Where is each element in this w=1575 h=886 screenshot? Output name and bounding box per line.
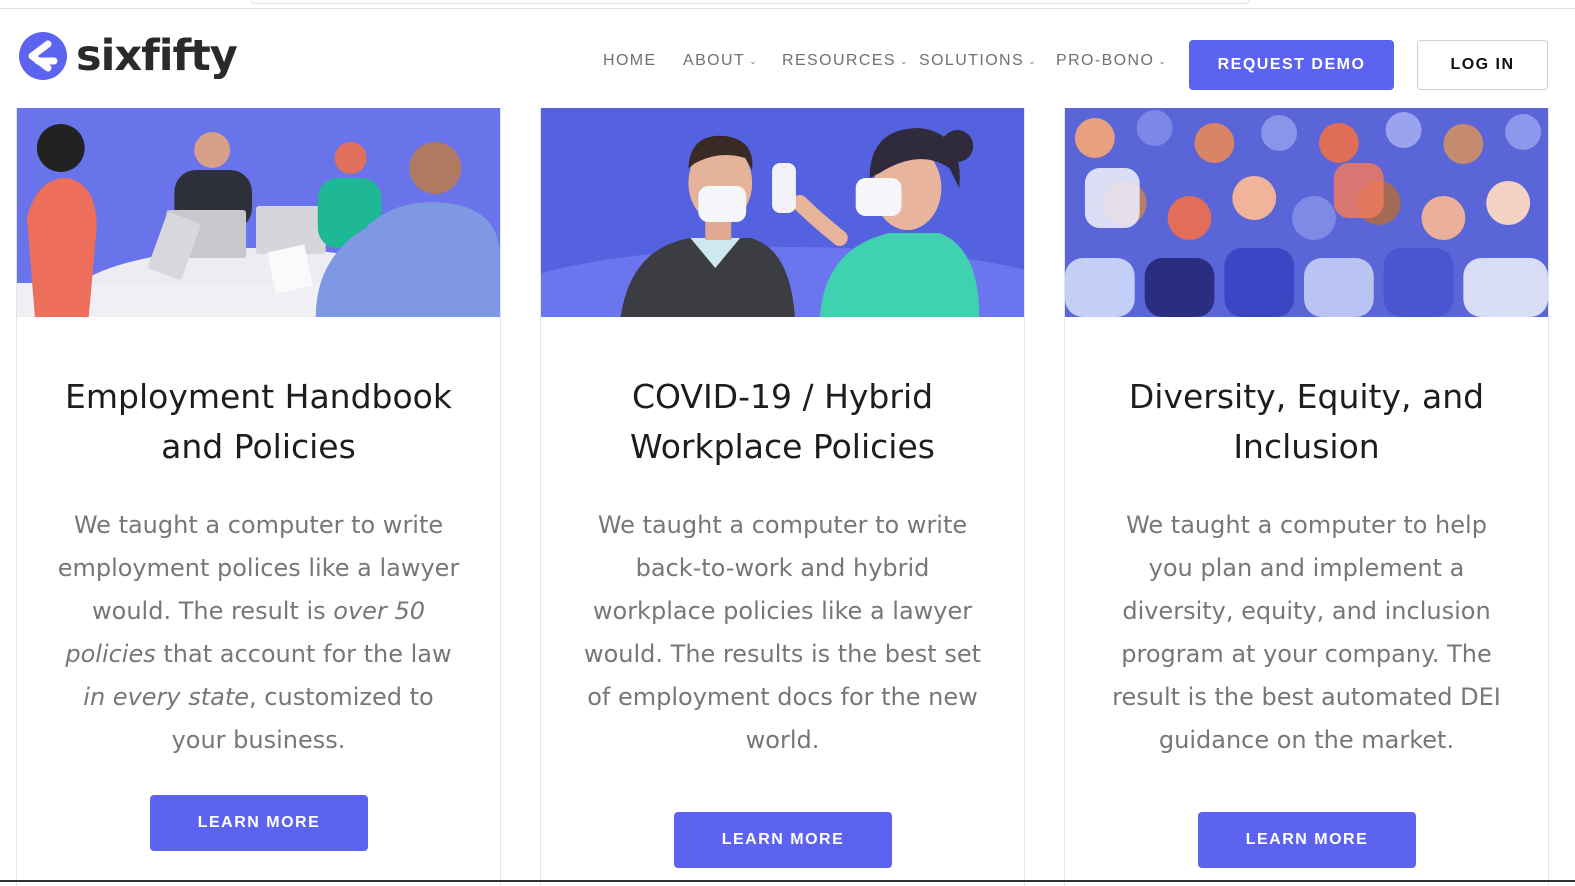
logo-wordmark: sixfifty	[76, 30, 238, 81]
nav-resources[interactable]: RESOURCES ⌄	[782, 52, 919, 70]
sixfifty-logo-icon	[19, 32, 67, 80]
nav-solutions-label: SOLUTIONS	[919, 52, 1025, 69]
card-covid-hybrid: COVID-19 / Hybrid Workplace Policies We …	[540, 108, 1025, 886]
nav-home[interactable]: HOME	[603, 52, 683, 70]
learn-more-button[interactable]: LEARN MORE	[674, 812, 892, 868]
request-demo-button[interactable]: REQUEST DEMO	[1189, 40, 1394, 90]
nav-home-label: HOME	[603, 52, 657, 69]
card-description-text: We taught a computer to help you plan an…	[1112, 511, 1501, 754]
nav-about-label: ABOUT	[683, 52, 746, 69]
card-description-text: We taught a computer to write back-to-wo…	[583, 511, 982, 754]
nav-solutions[interactable]: SOLUTIONS ⌄	[919, 52, 1056, 70]
temperature-check-illustration	[541, 108, 1024, 317]
card-description: We taught a computer to help you plan an…	[1065, 504, 1548, 762]
card-diversity-equity-inclusion: Diversity, Equity, and Inclusion We taug…	[1064, 108, 1549, 886]
chevron-down-icon: ⌄	[1158, 55, 1168, 66]
chevron-down-icon: ⌄	[1028, 55, 1038, 66]
nav-about[interactable]: ABOUT ⌄	[683, 52, 782, 70]
nav-pro-bono[interactable]: PRO-BONO ⌄	[1056, 52, 1176, 70]
site-header: sixfifty HOME ABOUT ⌄ RESOURCES ⌄ SOLUTION…	[0, 9, 1575, 107]
card-description-emphasis: in every state	[83, 683, 250, 711]
card-description: We taught a computer to write back-to-wo…	[541, 504, 1024, 762]
chevron-down-icon: ⌄	[899, 55, 909, 66]
card-description-text: that account for the law	[155, 640, 452, 668]
browser-top-edge	[0, 0, 1575, 9]
card-employment-handbook: Employment Handbook and Policies We taug…	[16, 108, 501, 886]
team-meeting-illustration	[17, 108, 500, 317]
diverse-crowd-illustration	[1065, 108, 1548, 317]
learn-more-button[interactable]: LEARN MORE	[1198, 812, 1416, 868]
bottom-edge	[0, 880, 1575, 882]
login-button[interactable]: LOG IN	[1417, 40, 1548, 90]
chevron-down-icon: ⌄	[749, 55, 759, 66]
browser-address-bar[interactable]	[250, 0, 1250, 4]
card-description: We taught a computer to write employment…	[17, 504, 500, 762]
main-nav: HOME ABOUT ⌄ RESOURCES ⌄ SOLUTIONS ⌄ PRO-BO…	[603, 52, 1176, 70]
nav-resources-label: RESOURCES	[782, 52, 896, 69]
learn-more-button[interactable]: LEARN MORE	[150, 795, 368, 851]
card-title: COVID-19 / Hybrid Workplace Policies	[630, 377, 935, 466]
card-title: Diversity, Equity, and Inclusion	[1128, 377, 1485, 466]
nav-pro-bono-label: PRO-BONO	[1056, 52, 1155, 69]
card-title: Employment Handbook and Policies	[65, 377, 452, 466]
logo[interactable]: sixfifty	[18, 30, 238, 81]
